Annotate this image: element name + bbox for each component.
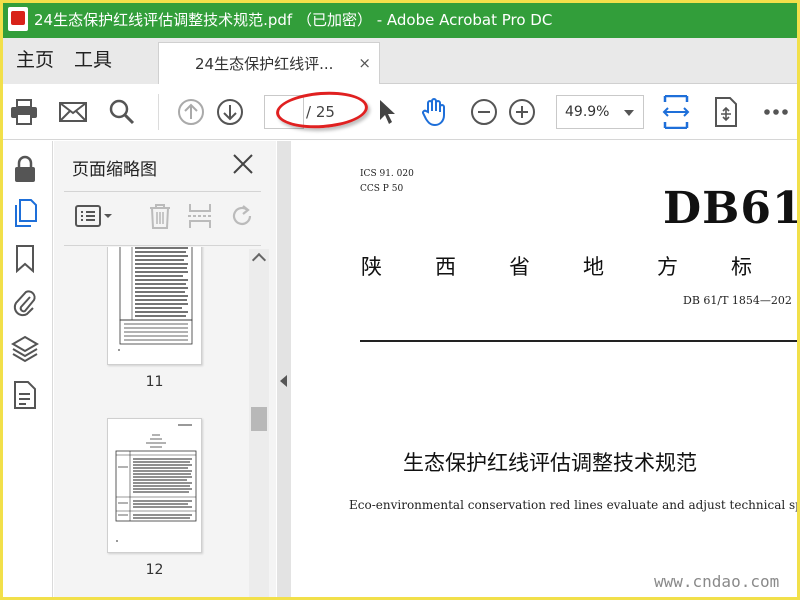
print-icon[interactable] bbox=[9, 97, 39, 127]
rotate-icon[interactable] bbox=[228, 203, 256, 229]
window-title: 24生态保护红线评估调整技术规范.pdf （已加密） - Adobe Acrob… bbox=[34, 10, 553, 29]
thumbnail-page-12[interactable] bbox=[107, 418, 202, 553]
panel-divider bbox=[64, 245, 261, 246]
document-tab[interactable]: 24生态保护红线评... × bbox=[158, 42, 380, 84]
panel-title: 页面缩略图 bbox=[72, 160, 157, 180]
document-viewport[interactable]: ICS 91. 020 CCS P 50 DB61 陕 西 省 地 方 标 DB… bbox=[291, 141, 800, 600]
menu-tab-row: 主页 工具 24生态保护红线评... × bbox=[0, 38, 800, 84]
thumbnail-page-11[interactable] bbox=[107, 247, 202, 365]
acrobat-app-icon bbox=[8, 7, 28, 31]
standard-type-char: 地 bbox=[583, 255, 604, 279]
ics-code: ICS 91. 020 bbox=[360, 169, 414, 179]
zoom-out-icon[interactable] bbox=[469, 97, 499, 127]
chevron-left-icon bbox=[280, 375, 287, 387]
search-icon[interactable] bbox=[107, 97, 137, 127]
document-title-english: Eco-environmental conservation red lines… bbox=[349, 498, 800, 512]
close-icon[interactable] bbox=[230, 151, 256, 177]
page-display-icon[interactable] bbox=[711, 97, 741, 127]
panel-collapse-handle[interactable] bbox=[277, 141, 291, 600]
toolbar-separator bbox=[158, 94, 159, 130]
document-tab-label: 24生态保护红线评... bbox=[195, 55, 334, 73]
attachment-icon[interactable] bbox=[11, 289, 39, 317]
bookmark-icon[interactable] bbox=[11, 245, 39, 273]
menu-home[interactable]: 主页 bbox=[6, 45, 64, 84]
close-tab-icon[interactable]: × bbox=[358, 54, 371, 72]
standard-type-char: 方 bbox=[657, 255, 678, 279]
delete-icon[interactable] bbox=[146, 203, 174, 229]
site-watermark: www.cndao.com bbox=[654, 572, 780, 591]
page-thumbnails-icon[interactable] bbox=[11, 199, 39, 227]
main-toolbar: / 25 49.9% bbox=[0, 84, 800, 140]
thumbnail-list: 11 12 bbox=[54, 247, 276, 600]
scroll-up-icon[interactable] bbox=[251, 252, 267, 268]
document-title-chinese: 生态保护红线评估调整技术规范 bbox=[403, 451, 697, 475]
standard-type-char: 陕 bbox=[361, 255, 382, 279]
mail-icon[interactable] bbox=[58, 97, 88, 127]
navigation-rail bbox=[0, 141, 53, 600]
standard-header-code: DB61 bbox=[663, 183, 800, 234]
next-page-icon[interactable] bbox=[215, 97, 245, 127]
more-options-icon[interactable] bbox=[761, 97, 791, 127]
chevron-down-icon bbox=[624, 110, 634, 116]
thumbnail-page-number: 11 bbox=[145, 374, 164, 390]
previous-page-icon[interactable] bbox=[176, 97, 206, 127]
thumbnail-options-icon[interactable] bbox=[74, 203, 114, 229]
standard-type-char: 西 bbox=[435, 255, 456, 279]
menu-tools[interactable]: 工具 bbox=[64, 45, 122, 84]
panel-divider bbox=[64, 191, 261, 192]
standard-type-char: 省 bbox=[509, 255, 530, 279]
zoom-level-dropdown[interactable]: 49.9% bbox=[556, 95, 644, 129]
standard-type-heading: 陕 西 省 地 方 标 bbox=[361, 251, 800, 281]
standard-number: DB 61/T 1854—202 bbox=[683, 294, 792, 307]
title-bar: 24生态保护红线评估调整技术规范.pdf （已加密） - Adobe Acrob… bbox=[0, 0, 800, 38]
standard-type-char: 标 bbox=[731, 255, 752, 279]
select-tool-icon[interactable] bbox=[372, 97, 402, 127]
insert-page-icon[interactable] bbox=[186, 203, 214, 229]
zoom-in-icon[interactable] bbox=[507, 97, 537, 127]
document-properties-icon[interactable] bbox=[11, 381, 39, 409]
fit-page-width-icon[interactable] bbox=[661, 95, 691, 129]
hand-tool-icon[interactable] bbox=[419, 97, 449, 127]
scrollbar-thumb[interactable] bbox=[251, 407, 267, 431]
page-thumbnails-panel: 页面缩略图 11 12 bbox=[54, 141, 276, 600]
layers-icon[interactable] bbox=[11, 335, 39, 363]
zoom-level-value: 49.9% bbox=[565, 104, 610, 120]
thumbnail-scrollbar[interactable] bbox=[249, 249, 269, 600]
lock-icon[interactable] bbox=[11, 155, 39, 183]
thumbnail-page-number: 12 bbox=[145, 562, 164, 578]
ccs-code: CCS P 50 bbox=[360, 184, 404, 194]
header-rule bbox=[360, 340, 800, 342]
